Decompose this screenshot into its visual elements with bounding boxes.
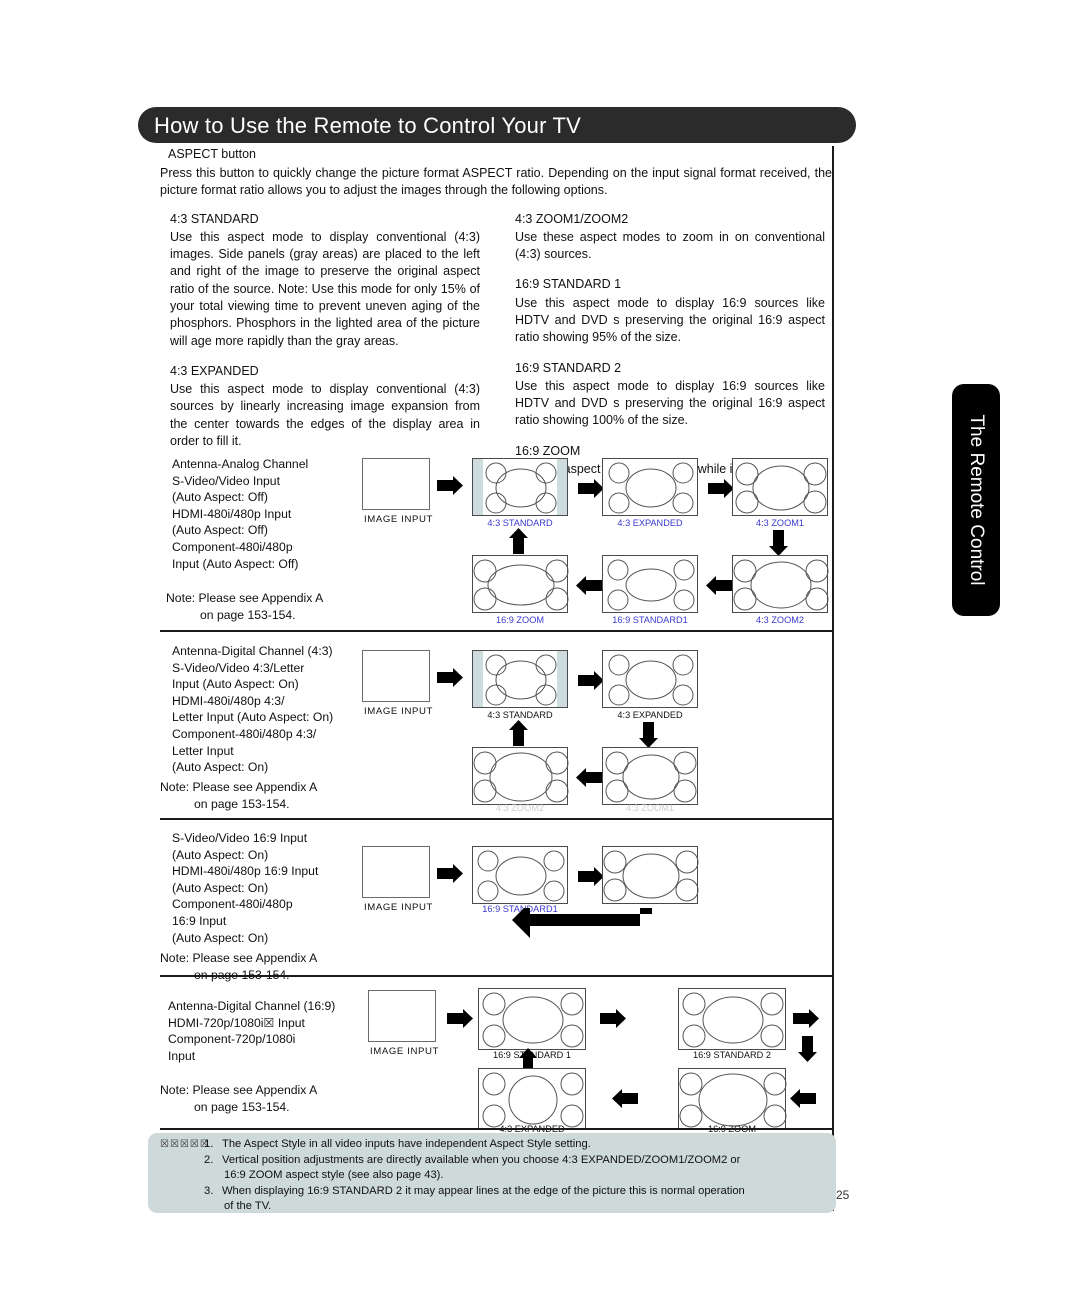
notes-list: 1. The Aspect Style in all video inputs … <box>204 1137 824 1215</box>
tv-screen-v1 <box>478 988 586 1050</box>
block4-note: Note: Please see Appendix A on page 153-1… <box>160 1082 317 1115</box>
note-line-1: Note: Please see Appendix A <box>160 1083 318 1097</box>
note-text: Vertical position adjustments are direct… <box>222 1153 741 1166</box>
tv-screen-v4 <box>478 1068 586 1130</box>
arrow-right <box>447 1008 473 1029</box>
arrow-down <box>797 1036 818 1062</box>
tv-screen-v2 <box>678 988 786 1050</box>
note-text: When displaying 16:9 STANDARD 2 it may a… <box>222 1184 745 1197</box>
arrow-left <box>790 1088 816 1109</box>
notes-box: ☒☒☒☒☒ 1. The Aspect Style in all video i… <box>148 1133 836 1213</box>
note-text-cont: 16:9 ZOOM aspect style (see also page 43… <box>224 1169 444 1182</box>
screen-label-4-2: 16:9 STANDARD 2 <box>693 1050 771 1060</box>
arrow-right <box>793 1008 819 1029</box>
diagram-block-4: Antenna-Digital Channel (16:9) HDMI-720p/… <box>0 0 1080 1296</box>
image-input-caption-4: IMAGE INPUT <box>370 1046 439 1057</box>
note-item-3: 3. When displaying 16:9 STANDARD 2 it ma… <box>204 1184 824 1215</box>
arrow-right <box>600 1008 626 1029</box>
arrow-left <box>612 1088 638 1109</box>
notes-badge: ☒☒☒☒☒ <box>160 1139 210 1150</box>
input-line-2: Component-720p/1080i <box>168 1032 296 1047</box>
note-text: The Aspect Style in all video inputs hav… <box>222 1138 591 1150</box>
note-item-1: 1. The Aspect Style in all video inputs … <box>204 1137 824 1153</box>
input-line-0: Antenna-Digital Channel (16:9) <box>168 999 336 1013</box>
note-number: 1. <box>204 1138 214 1150</box>
arrow-up <box>518 1048 538 1068</box>
input-line-1: HDMI-720p/1080i☒ Input <box>168 1015 305 1030</box>
note-line-2: on page 153-154. <box>194 1099 290 1114</box>
note-number: 2. <box>204 1153 214 1166</box>
manual-page: How to Use the Remote to Control Your TV… <box>0 0 1080 1296</box>
page-number: 25 <box>836 1188 850 1202</box>
image-input-screen-4 <box>368 990 436 1042</box>
note-item-2: 2. Vertical position adjustments are dir… <box>204 1153 824 1184</box>
tv-screen-v3 <box>678 1068 787 1130</box>
block-divider <box>160 1128 832 1130</box>
note-number: 3. <box>204 1184 214 1197</box>
input-line-3: Input <box>168 1048 196 1063</box>
block4-input-list: Antenna-Digital Channel (16:9) HDMI-720p/… <box>168 998 335 1064</box>
note-text-cont: of the TV. <box>224 1200 272 1213</box>
